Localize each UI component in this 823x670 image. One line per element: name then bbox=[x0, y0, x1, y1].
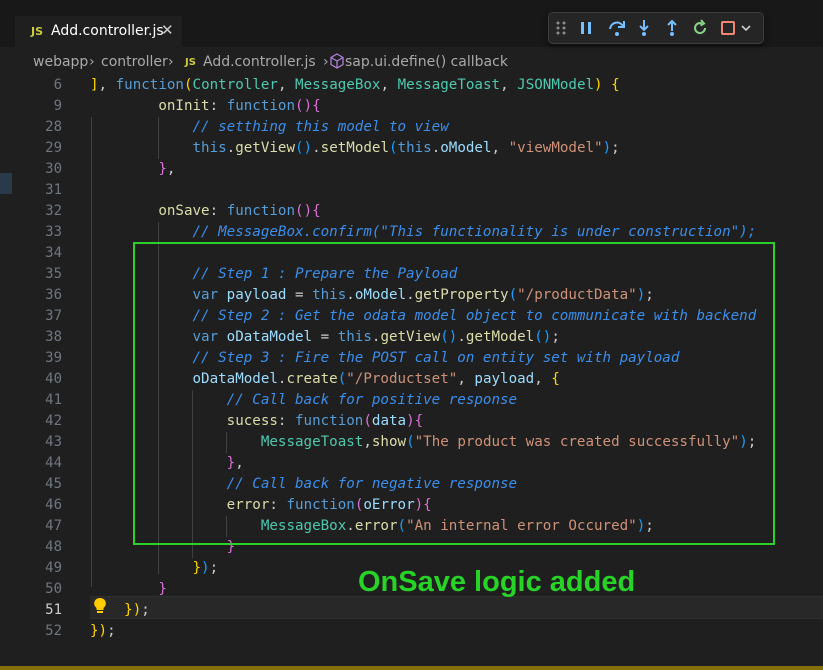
breadcrumb-item-file[interactable]: Add.controller.js bbox=[203, 54, 316, 70]
line-number: 35 bbox=[45, 266, 62, 282]
line-number: 29 bbox=[45, 140, 62, 156]
line-number: 28 bbox=[45, 119, 62, 135]
chevron-right-icon: › bbox=[168, 54, 174, 70]
code-line[interactable]: 30 }, bbox=[0, 159, 823, 180]
line-number: 52 bbox=[45, 623, 62, 639]
line-number: 31 bbox=[45, 182, 62, 198]
code-text[interactable]: }, bbox=[90, 159, 175, 180]
line-number: 6 bbox=[53, 77, 62, 93]
symbol-method-icon bbox=[330, 53, 344, 73]
line-number: 51 bbox=[45, 602, 62, 618]
line-number: 39 bbox=[45, 350, 62, 366]
debug-toolbar bbox=[548, 12, 764, 44]
restart-icon[interactable] bbox=[687, 13, 713, 43]
breadcrumb-item-symbol[interactable]: sap.ui.define() callback bbox=[345, 54, 508, 70]
code-text[interactable]: // MessageBox.confirm("This functionalit… bbox=[90, 222, 757, 243]
annotation-label: OnSave logic added bbox=[358, 566, 636, 598]
code-line[interactable]: 6 ], function(Controller, MessageBox, Mes… bbox=[0, 75, 823, 96]
line-number: 44 bbox=[45, 455, 62, 471]
line-number: 48 bbox=[45, 539, 62, 555]
code-line[interactable]: 28 // setthing this model to view bbox=[0, 117, 823, 138]
js-file-icon: JS bbox=[185, 57, 196, 68]
code-text[interactable]: }); bbox=[90, 558, 219, 579]
code-line[interactable]: 29 this.getView().setModel(this.oModel, … bbox=[0, 138, 823, 159]
line-number: 49 bbox=[45, 560, 62, 576]
step-over-icon[interactable] bbox=[603, 13, 629, 43]
pause-icon[interactable] bbox=[573, 13, 599, 43]
chevron-right-icon: › bbox=[89, 54, 95, 70]
line-number: 37 bbox=[45, 308, 62, 324]
chevron-down-icon[interactable] bbox=[735, 13, 757, 43]
code-text[interactable]: onInit: function(){ bbox=[90, 96, 320, 117]
drag-handle-icon[interactable] bbox=[551, 13, 569, 43]
line-number: 38 bbox=[45, 329, 62, 345]
line-number: 36 bbox=[45, 287, 62, 303]
line-number: 40 bbox=[45, 371, 62, 387]
step-into-icon[interactable] bbox=[631, 13, 657, 43]
close-icon[interactable]: ✕ bbox=[161, 21, 174, 39]
line-number: 42 bbox=[45, 413, 62, 429]
line-number: 34 bbox=[45, 245, 62, 261]
code-editor-window: JS Add.controller.js ✕ webapp › controll… bbox=[0, 0, 823, 670]
step-out-icon[interactable] bbox=[659, 13, 685, 43]
breadcrumb-item-webapp[interactable]: webapp bbox=[33, 54, 88, 70]
chevron-right-icon: › bbox=[323, 54, 329, 70]
code-line[interactable]: 31 bbox=[0, 180, 823, 201]
line-number: 32 bbox=[45, 203, 62, 219]
breadcrumb-item-controller[interactable]: controller bbox=[101, 54, 168, 70]
code-line[interactable]: 32 onSave: function(){ bbox=[0, 201, 823, 222]
code-line[interactable]: 52}); bbox=[0, 621, 823, 642]
line-number: 47 bbox=[45, 518, 62, 534]
tab-add-controller[interactable]: JS Add.controller.js ✕ bbox=[15, 16, 182, 48]
line-number: 46 bbox=[45, 497, 62, 513]
code-text[interactable]: }); bbox=[90, 621, 116, 642]
code-line[interactable]: 9 onInit: function(){ bbox=[0, 96, 823, 117]
line-number: 45 bbox=[45, 476, 62, 492]
code-line[interactable]: 33 // MessageBox.confirm("This functiona… bbox=[0, 222, 823, 243]
line-number: 33 bbox=[45, 224, 62, 240]
line-number: 50 bbox=[45, 581, 62, 597]
line-number: 9 bbox=[53, 98, 62, 114]
tab-title: Add.controller.js bbox=[51, 23, 164, 39]
line-number: 41 bbox=[45, 392, 62, 408]
line-number: 43 bbox=[45, 434, 62, 450]
code-text[interactable]: onSave: function(){ bbox=[90, 201, 320, 222]
lightbulb-icon[interactable] bbox=[93, 597, 107, 619]
line-number: 30 bbox=[45, 161, 62, 177]
annotation-highlight-box bbox=[133, 242, 775, 545]
code-text[interactable]: ], function(Controller, MessageBox, Mess… bbox=[90, 75, 620, 96]
code-text[interactable]: this.getView().setModel(this.oModel, "vi… bbox=[90, 138, 620, 159]
js-file-icon: JS bbox=[31, 25, 44, 38]
code-text[interactable]: // setthing this model to view bbox=[90, 117, 449, 138]
breadcrumb: webapp › controller › JS Add.controller.… bbox=[0, 51, 823, 73]
code-line[interactable]: 51 }); bbox=[0, 600, 823, 621]
panel-border bbox=[0, 666, 823, 670]
